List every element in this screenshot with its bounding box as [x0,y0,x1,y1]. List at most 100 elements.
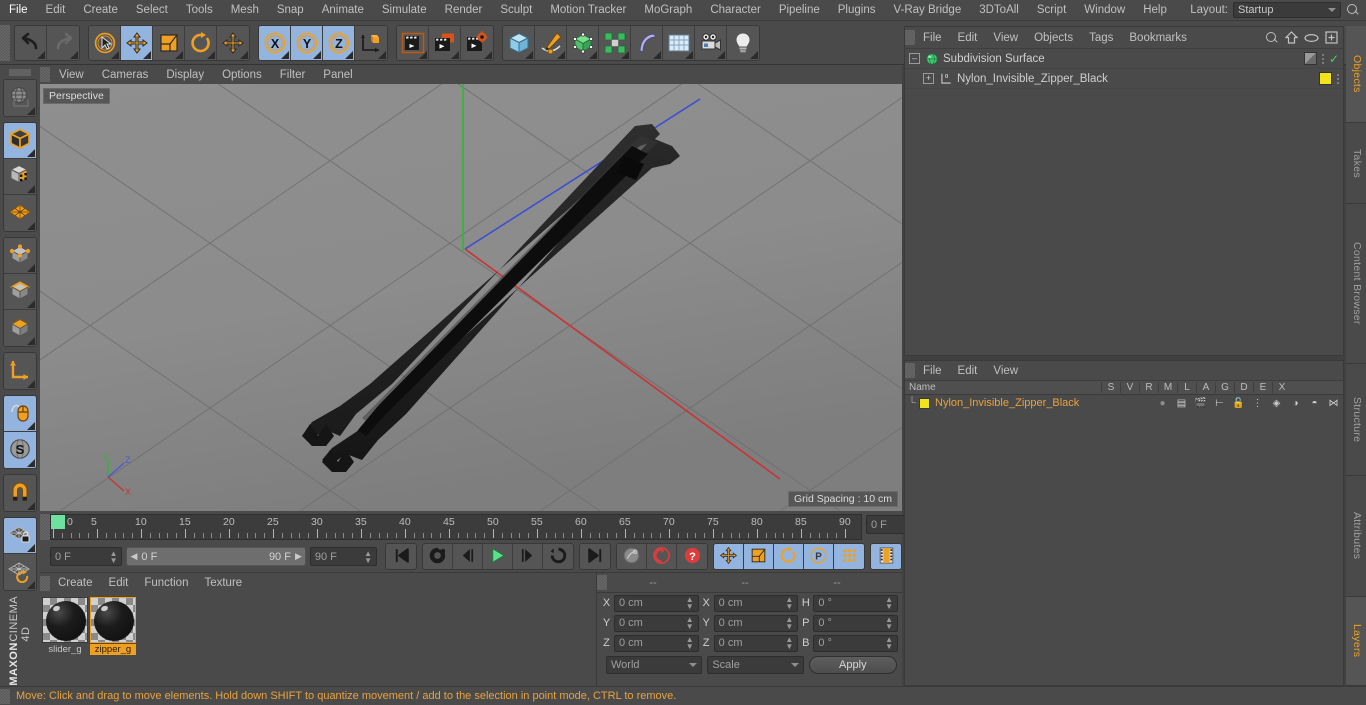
panel-tab-objects[interactable]: Objects [1346,26,1366,123]
key-scale-button[interactable] [744,544,774,569]
material-item[interactable]: zipper_g [90,597,136,655]
home-icon[interactable] [1285,31,1298,44]
scale-tool[interactable] [153,25,185,60]
point-mode-tool[interactable] [4,238,36,274]
add-nurbs-button[interactable] [567,25,599,60]
layer-column-E[interactable]: E [1253,382,1272,393]
layer-column-L[interactable]: L [1177,382,1196,393]
record-key-button[interactable] [617,544,647,569]
layer-toggle-G[interactable]: ◈ [1267,398,1286,409]
layer-toggle-D[interactable]: ◑ [1286,398,1305,409]
spinner-icon[interactable]: ▲▼ [686,616,694,631]
menu-item-mesh[interactable]: Mesh [222,0,268,20]
keyframe-selection-button[interactable]: ? [677,544,707,569]
menu-item-v-ray-bridge[interactable]: V-Ray Bridge [884,0,970,20]
spinner-icon[interactable]: ▲▼ [686,596,694,611]
object-menu-tags[interactable]: Tags [1081,28,1121,48]
timeline-current-marker[interactable] [51,515,65,529]
expand-toggle-icon[interactable]: + [923,73,934,84]
lock-y-axis[interactable]: Y [291,25,323,60]
panel-tab-content-browser[interactable]: Content Browser [1346,204,1366,364]
add-light-button[interactable] [727,25,759,60]
layer-column-V[interactable]: V [1120,382,1139,393]
object-menu-view[interactable]: View [985,28,1026,48]
key-rotation-button[interactable] [774,544,804,569]
object-menu-bookmarks[interactable]: Bookmarks [1121,28,1195,48]
play-forward-loop-button[interactable] [543,544,573,569]
menu-item-edit[interactable]: Edit [37,0,75,20]
material-menu-texture[interactable]: Texture [196,573,250,593]
layer-column-M[interactable]: M [1158,382,1177,393]
menu-item-character[interactable]: Character [701,0,770,20]
edge-mode-tool[interactable] [4,274,36,310]
live-selection-tool[interactable] [89,25,121,60]
viewport-menu-panel[interactable]: Panel [314,65,361,85]
previous-frame-button[interactable] [453,544,483,569]
preview-max-input[interactable]: 90 F ▲ ▼ [309,547,377,566]
workplane-tool[interactable] [4,195,36,231]
search-icon[interactable] [1346,3,1360,17]
planar-workplane-tool[interactable] [4,554,36,590]
range-right-arrow-icon[interactable]: ▶ [295,551,302,562]
play-backwards-loop-button[interactable] [423,544,453,569]
menu-item-plugins[interactable]: Plugins [829,0,885,20]
object-tag-swatch[interactable] [1319,72,1332,85]
status-bar-grip[interactable] [0,688,10,704]
texture-mode-tool[interactable] [4,159,36,195]
panel-tab-layers[interactable]: Layers [1346,596,1366,686]
panel-tab-takes[interactable]: Takes [1346,122,1366,205]
eye-icon[interactable] [1304,33,1319,43]
add-panel-icon[interactable] [1325,31,1338,44]
object-menu-edit[interactable]: Edit [950,28,986,48]
menu-item-mograph[interactable]: MoGraph [635,0,701,20]
go-to-start-button[interactable] [386,544,416,569]
menu-item-3dtoall[interactable]: 3DToAll [970,0,1028,20]
add-array-button[interactable] [599,25,631,60]
rotation-input[interactable]: 0 ° ▲ ▼ [813,634,899,652]
spinner-icon[interactable]: ▲▼ [885,636,893,651]
size-input[interactable]: 0 cm ▲ ▼ [713,594,799,612]
layer-column-G[interactable]: G [1215,382,1234,393]
transform-tool[interactable] [217,25,249,60]
apply-button[interactable]: Apply [808,656,897,674]
layer-menu-view[interactable]: View [985,361,1026,381]
add-camera-button[interactable] [695,25,727,60]
layer-toggle-A[interactable]: ⋮ [1248,398,1267,409]
position-input[interactable]: 0 cm ▲ ▼ [614,614,699,632]
key-position-button[interactable] [714,544,744,569]
soft-selection-tool[interactable]: S [4,432,36,468]
layer-color-swatch[interactable] [919,397,930,409]
size-input[interactable]: 0 cm ▲ ▼ [713,614,799,632]
layer-toggle-L[interactable]: 🔓 [1229,398,1248,409]
autokeying-button[interactable] [647,544,677,569]
play-button[interactable] [483,544,513,569]
position-input[interactable]: 0 cm ▲ ▼ [614,634,699,652]
viewport-menu-cameras[interactable]: Cameras [93,65,158,85]
layout-dropdown[interactable]: Startup [1233,2,1341,18]
layer-toggle-S[interactable]: ● [1153,398,1172,409]
undo-button[interactable] [15,25,47,60]
axis-mode-tool[interactable] [4,353,36,389]
spinner-icon[interactable]: ▲▼ [785,636,793,651]
menu-item-select[interactable]: Select [127,0,177,20]
layer-menu-edit[interactable]: Edit [950,361,986,381]
menu-item-script[interactable]: Script [1028,0,1075,20]
lock-workplane-tool[interactable] [4,518,36,554]
add-deformer-button[interactable] [631,25,663,60]
enable-axis-tool[interactable] [4,396,36,432]
material-menu-create[interactable]: Create [50,573,101,593]
menu-item-snap[interactable]: Snap [268,0,313,20]
material-menu-edit[interactable]: Edit [101,573,137,593]
layer-column-S[interactable]: S [1101,382,1120,393]
lock-z-axis[interactable]: Z [323,25,355,60]
lock-x-axis[interactable]: X [259,25,291,60]
viewport-panel[interactable]: View Cameras Display Options Filter Panel Per… [40,65,902,511]
spinner-icon[interactable]: ▲▼ [364,549,372,564]
preview-min-input[interactable]: 0 F ▲ ▼ [50,547,123,566]
coordinates-grip[interactable] [597,575,607,590]
spinner-icon[interactable]: ▲▼ [785,616,793,631]
range-left-arrow-icon[interactable]: ◀ [130,551,137,562]
rotation-input[interactable]: 0 ° ▲ ▼ [813,594,899,612]
menu-item-window[interactable]: Window [1075,0,1134,20]
world-object-coordinates[interactable] [355,25,387,60]
